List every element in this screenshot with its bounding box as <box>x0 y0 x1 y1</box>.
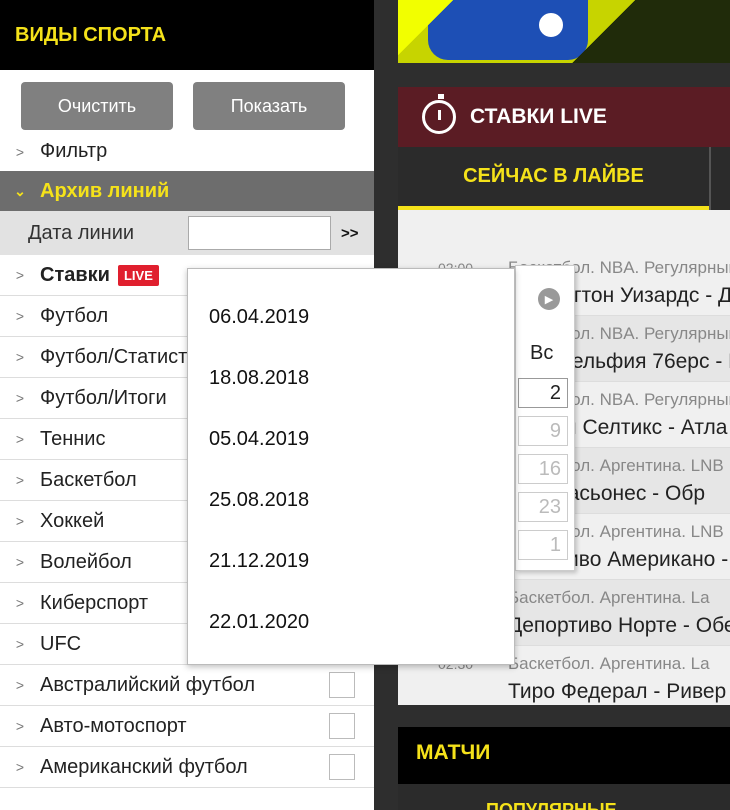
match-teams: Тиро Федерал - Ривер <box>508 680 727 703</box>
sidebar-item-label: Хоккей <box>40 509 105 532</box>
chevron-right-icon: > <box>15 143 25 160</box>
chevron-right-icon: > <box>15 718 25 734</box>
sidebar-actions: Очистить Показать <box>0 70 374 132</box>
live-bets-title: СТАВКИ LIVE <box>470 105 607 128</box>
chevron-right-icon: > <box>15 554 25 570</box>
sidebar-title: ВИДЫ СПОРТА <box>0 0 374 70</box>
chevron-right-icon: > <box>15 267 25 283</box>
chevron-right-icon: > <box>15 472 25 488</box>
chevron-right-icon: > <box>15 595 25 611</box>
calendar-day-of-week: Вс <box>530 342 554 364</box>
chevron-right-icon: > <box>15 349 25 365</box>
chevron-right-icon: > <box>15 677 25 693</box>
chevron-right-icon: > <box>15 431 25 447</box>
sidebar-item-label: Американский футбол <box>40 755 248 778</box>
chevron-right-icon: > <box>15 636 25 652</box>
next-month-icon[interactable]: ▶ <box>538 288 560 310</box>
calendar-day[interactable]: 9 <box>518 416 568 446</box>
match-league: Баскетбол. Аргентина. La <box>508 654 710 673</box>
sidebar-item-label: Ставки <box>40 263 110 286</box>
page-root: СТАВКИ LIVE СЕЙЧАС В ЛАЙВЕ 02:00 Баскетб… <box>0 0 730 810</box>
clear-button[interactable]: Очистить <box>21 82 173 130</box>
chevron-right-icon: > <box>15 513 25 529</box>
calendar-day[interactable]: 1 <box>518 530 568 560</box>
sidebar-item-label: Волейбол <box>40 550 132 573</box>
sport-checkbox[interactable] <box>329 713 355 739</box>
tab-popular[interactable]: ПОПУЛЯРНЫЕ <box>398 784 730 810</box>
stopwatch-icon <box>422 94 456 134</box>
sidebar-item-filter[interactable]: > Фильтр <box>0 132 374 171</box>
sidebar-item-label: Футбол <box>40 304 109 327</box>
sidebar-item-label: Авто-мотоспорт <box>40 714 187 737</box>
date-option[interactable]: 05.04.2019 <box>209 428 309 451</box>
date-line-row: Дата линии >> <box>0 211 374 255</box>
live-bets-header: СТАВКИ LIVE <box>398 87 730 147</box>
calendar-day[interactable]: 2 <box>518 378 568 408</box>
chevron-down-icon: ⌄ <box>14 182 26 199</box>
sidebar-item-aussie-football[interactable]: > Австралийский футбол <box>0 665 374 706</box>
live-tabs: СЕЙЧАС В ЛАЙВЕ <box>398 147 730 210</box>
show-button[interactable]: Показать <box>193 82 345 130</box>
date-go-button[interactable]: >> <box>341 225 359 242</box>
date-line-input[interactable] <box>188 216 331 250</box>
sidebar-item-american-football[interactable]: > Американский футбол <box>0 747 374 788</box>
date-option[interactable]: 22.01.2020 <box>209 611 309 634</box>
match-league: Баскетбол. Аргентина. La <box>508 588 710 607</box>
sidebar-item-label: Киберспорт <box>40 591 149 614</box>
sidebar-item-label: Австралийский футбол <box>40 673 256 696</box>
tab-now-live[interactable]: СЕЙЧАС В ЛАЙВЕ <box>398 147 709 210</box>
sidebar-item-label: Футбол/Итоги <box>40 386 167 409</box>
date-option[interactable]: 21.12.2019 <box>209 550 309 573</box>
chevron-right-icon: > <box>15 390 25 406</box>
live-badge: LIVE <box>117 264 159 286</box>
date-option[interactable]: 25.08.2018 <box>209 489 309 512</box>
sidebar-item-label: Архив линий <box>40 179 170 202</box>
date-option[interactable]: 06.04.2019 <box>209 306 309 329</box>
date-option[interactable]: 18.08.2018 <box>209 367 309 390</box>
sport-checkbox[interactable] <box>329 754 355 780</box>
chevron-right-icon: > <box>15 308 25 324</box>
sidebar-item-archive[interactable]: ⌄ Архив линий <box>0 171 374 211</box>
sidebar-item-label: Теннис <box>40 427 106 450</box>
calendar-day[interactable]: 23 <box>518 492 568 522</box>
sidebar-item-label: UFC <box>40 632 82 655</box>
date-line-label: Дата линии <box>28 221 135 244</box>
sport-checkbox[interactable] <box>329 672 355 698</box>
chevron-right-icon: > <box>15 759 25 775</box>
match-teams: Депортиво Норте - Обе <box>508 614 730 637</box>
sidebar-item-motorsport[interactable]: > Авто-мотоспорт <box>0 706 374 747</box>
promo-banner[interactable] <box>398 0 730 63</box>
sidebar-item-label: Фильтр <box>40 140 108 162</box>
club-logo-icon <box>536 10 566 40</box>
matches-header: МАТЧИ <box>398 727 730 784</box>
tab-next[interactable] <box>709 147 730 210</box>
sidebar-item-label: Баскетбол <box>40 468 137 491</box>
calendar-popup: ▶ Вс 2 9 16 23 1 <box>515 265 575 571</box>
calendar-day[interactable]: 16 <box>518 454 568 484</box>
date-dropdown: 06.04.2019 18.08.2018 05.04.2019 25.08.2… <box>187 268 515 665</box>
